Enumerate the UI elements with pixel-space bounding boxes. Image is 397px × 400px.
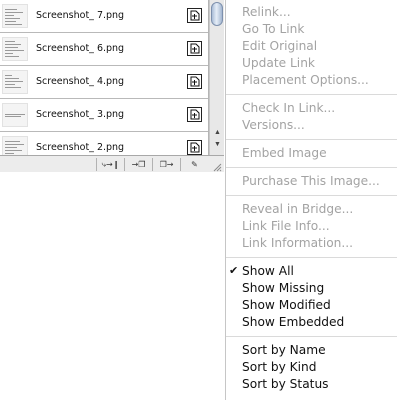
resize-grip-icon[interactable] [212, 159, 222, 172]
vertical-scrollbar[interactable]: ▲ ▼ [209, 0, 224, 155]
menu-item-show-embedded[interactable]: Show Embedded [226, 313, 397, 331]
menu-item-placement-options[interactable]: Placement Options... [226, 71, 397, 89]
checkmark-icon: ✔ [229, 264, 239, 277]
menu-item-sort-by-kind[interactable]: Sort by Kind [226, 358, 397, 376]
page-icon [187, 74, 202, 89]
page-icon [187, 8, 202, 23]
menu-item-relink[interactable]: Relink... [226, 3, 397, 21]
update-link-button[interactable]: ❐→ [152, 158, 180, 171]
link-filename: Screenshot_ 2.png [36, 142, 125, 153]
menu-separator [226, 195, 397, 196]
menu-separator [226, 336, 397, 337]
edit-original-button[interactable]: ✎ [180, 158, 208, 171]
file-thumbnail [2, 103, 28, 127]
menu-item-link-information[interactable]: Link Information... [226, 234, 397, 252]
links-panel: Screenshot_ 7.png Screenshot_ 6.png Scre… [0, 0, 224, 172]
page-icon [187, 107, 202, 122]
link-row[interactable]: Screenshot_ 3.png [0, 99, 208, 132]
menu-item-embed-image[interactable]: Embed Image [226, 144, 397, 162]
menu-separator [226, 139, 397, 140]
link-filename: Screenshot_ 3.png [36, 109, 125, 120]
menu-separator [226, 257, 397, 258]
link-row[interactable]: Screenshot_ 6.png [0, 33, 208, 66]
menu-item-update-link[interactable]: Update Link [226, 54, 397, 72]
file-thumbnail [2, 4, 28, 28]
file-thumbnail [2, 70, 28, 94]
links-panel-menu: Relink... Go To Link Edit Original Updat… [225, 0, 397, 400]
link-filename: Screenshot_ 4.png [36, 76, 125, 87]
menu-item-show-modified[interactable]: Show Modified [226, 296, 397, 314]
links-toolbar: ⤷→❙ →❐ ❐→ ✎ [0, 155, 224, 172]
link-row[interactable]: Screenshot_ 7.png [0, 0, 208, 33]
scroll-up-arrow-icon[interactable]: ▲ [212, 129, 223, 137]
link-filename: Screenshot_ 7.png [36, 10, 125, 21]
relink-button[interactable]: ⤷→❙ [96, 158, 124, 171]
link-row[interactable]: Screenshot_ 4.png [0, 66, 208, 99]
file-thumbnail [2, 37, 28, 61]
page-icon [187, 140, 202, 155]
links-list: Screenshot_ 7.png Screenshot_ 6.png Scre… [0, 0, 209, 155]
menu-item-sort-by-name[interactable]: Sort by Name [226, 341, 397, 359]
menu-separator [226, 167, 397, 168]
go-to-link-button[interactable]: →❐ [124, 158, 152, 171]
menu-item-edit-original[interactable]: Edit Original [226, 37, 397, 55]
menu-separator [226, 94, 397, 95]
menu-item-versions[interactable]: Versions... [226, 116, 397, 134]
link-row[interactable]: Screenshot_ 2.png [0, 132, 208, 155]
menu-item-check-in-link[interactable]: Check In Link... [226, 99, 397, 117]
menu-item-purchase-image[interactable]: Purchase This Image... [226, 172, 397, 190]
menu-item-link-file-info[interactable]: Link File Info... [226, 217, 397, 235]
menu-item-show-missing[interactable]: Show Missing [226, 279, 397, 297]
file-thumbnail [2, 136, 28, 155]
link-filename: Screenshot_ 6.png [36, 43, 125, 54]
page-icon [187, 41, 202, 56]
menu-item-sort-by-status[interactable]: Sort by Status [226, 375, 397, 393]
menu-item-show-all[interactable]: ✔ Show All [226, 262, 397, 280]
menu-item-go-to-link[interactable]: Go To Link [226, 20, 397, 38]
scroll-down-arrow-icon[interactable]: ▼ [212, 141, 223, 149]
menu-item-reveal-in-bridge[interactable]: Reveal in Bridge... [226, 200, 397, 218]
scroll-thumb[interactable] [211, 2, 223, 26]
